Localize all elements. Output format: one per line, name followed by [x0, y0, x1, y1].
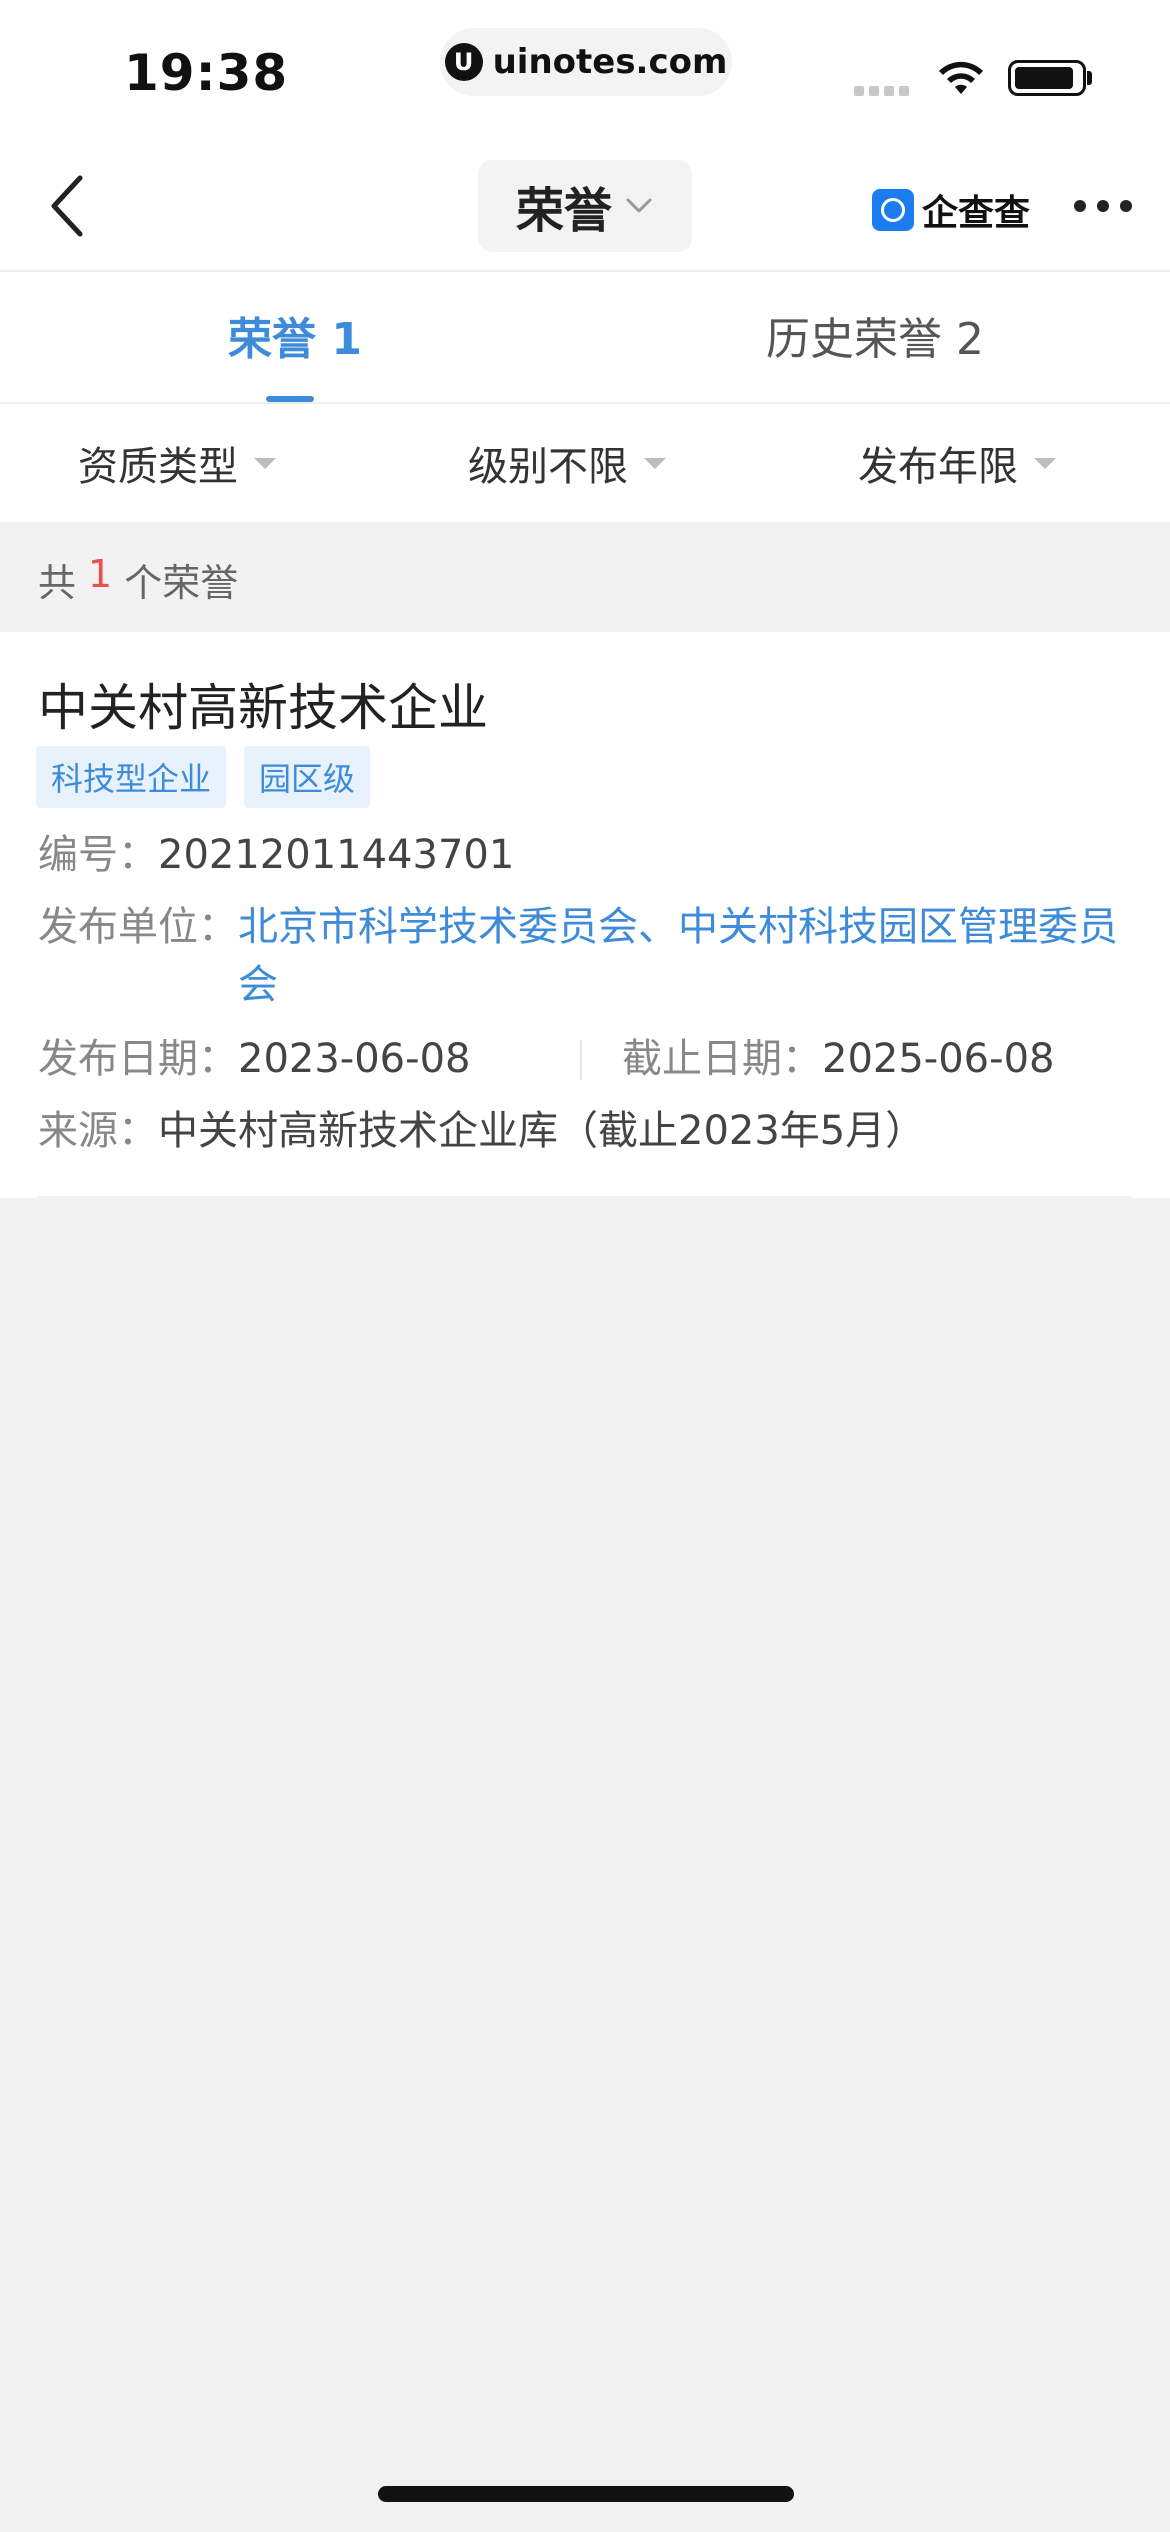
honor-title: 中关村高新技术企业	[38, 679, 488, 737]
publisher-label: 发布单位：	[38, 904, 238, 950]
tag-tech-enterprise: 科技型企业	[36, 746, 227, 808]
url-bar[interactable]: U uinotes.com	[440, 28, 732, 96]
filter-label: 资质类型	[78, 444, 238, 490]
publish-date-label: 发布日期：	[38, 1036, 238, 1082]
count-suffix: 个荣誉	[124, 561, 239, 605]
deadline-value: 2025-06-08	[822, 1036, 1055, 1082]
page-title: 荣誉	[515, 183, 612, 239]
home-indicator[interactable]	[378, 2486, 794, 2502]
tab-honors[interactable]: 荣誉 1	[228, 310, 362, 370]
divider	[0, 402, 1170, 404]
brand-logo[interactable]: 企查查	[872, 184, 1030, 236]
caret-down-icon	[254, 457, 276, 469]
status-time: 19:38	[124, 44, 289, 102]
more-options-icon[interactable]	[1074, 200, 1134, 212]
qichacha-logo-icon	[872, 189, 914, 231]
caret-down-icon	[644, 457, 666, 469]
chevron-down-icon	[626, 198, 652, 213]
honor-code-row: 编号： 20212011443701	[38, 826, 514, 884]
publisher-link[interactable]: 北京市科学技术委员会、中关村科技园区管理委员会	[238, 898, 1118, 1014]
source-label: 来源：	[38, 1108, 158, 1154]
cellular-signal-icon	[854, 86, 909, 96]
battery-tip	[1087, 71, 1092, 85]
deadline-row: 截止日期： 2025-06-08	[622, 1030, 1054, 1088]
publish-date-value: 2023-06-08	[238, 1036, 471, 1082]
tag-list: 科技型企业 园区级	[36, 746, 371, 808]
site-logo-icon: U	[444, 43, 483, 81]
code-label: 编号：	[38, 832, 158, 878]
result-count: 共 1 个荣誉	[38, 552, 238, 607]
deadline-label: 截止日期：	[622, 1036, 822, 1082]
brand-name: 企查查	[922, 193, 1031, 234]
filter-publish-year[interactable]: 发布年限	[858, 434, 1056, 492]
back-arrow-icon[interactable]	[40, 166, 100, 246]
date-separator	[580, 1040, 582, 1080]
title-dropdown[interactable]: 荣誉	[478, 160, 692, 252]
filter-label: 发布年限	[858, 444, 1018, 490]
tab-history-honors[interactable]: 历史荣誉 2	[766, 310, 984, 370]
divider	[0, 270, 1170, 272]
source-row: 来源： 中关村高新技术企业库（截止2023年5月）	[38, 1102, 925, 1160]
count-prefix: 共	[38, 561, 77, 605]
publisher-row: 发布单位： 北京市科学技术委员会、中关村科技园区管理委员会	[38, 898, 1138, 1014]
wifi-icon	[939, 61, 983, 94]
caret-down-icon	[1034, 457, 1056, 469]
honor-card[interactable]: 中关村高新技术企业 科技型企业 园区级 编号： 20212011443701 发…	[0, 632, 1170, 1198]
source-value: 中关村高新技术企业库（截止2023年5月）	[158, 1108, 926, 1154]
filter-label: 级别不限	[468, 444, 628, 490]
code-value: 20212011443701	[158, 832, 515, 878]
count-number: 1	[88, 552, 113, 596]
divider	[38, 1196, 1132, 1198]
url-text: uinotes.com	[492, 42, 728, 82]
filter-level[interactable]: 级别不限	[468, 434, 666, 492]
filter-qualification-type[interactable]: 资质类型	[78, 434, 276, 492]
tag-park-level: 园区级	[244, 746, 371, 808]
battery-icon	[1008, 60, 1086, 96]
publish-date-row: 发布日期： 2023-06-08	[38, 1030, 470, 1088]
